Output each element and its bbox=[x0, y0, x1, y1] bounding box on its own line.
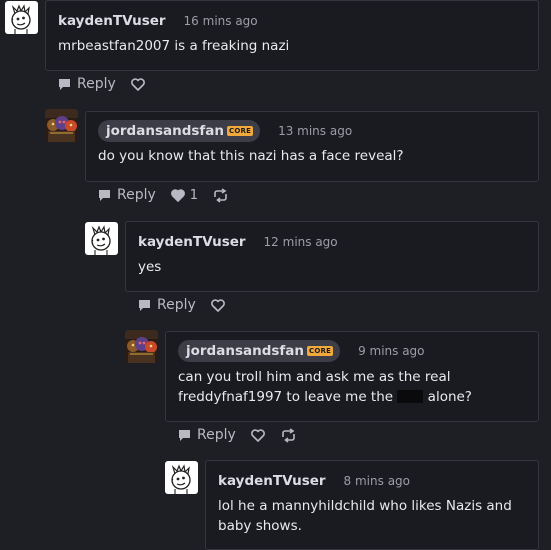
username[interactable]: kaydenTVuser bbox=[138, 234, 246, 250]
like-button[interactable] bbox=[250, 428, 266, 443]
username: jordansandsfan bbox=[106, 123, 224, 139]
comment-actions: Reply bbox=[57, 76, 160, 92]
comment-card: jordansandsfan CORE 13 mins ago do you k… bbox=[85, 111, 539, 182]
doodle-face-avatar-icon[interactable] bbox=[165, 461, 198, 494]
username-pill[interactable]: jordansandsfan CORE bbox=[178, 340, 341, 362]
username[interactable]: kaydenTVuser bbox=[58, 13, 166, 29]
reply-button[interactable]: Reply bbox=[177, 427, 236, 443]
comment-text: mrbeastfan2007 is a freaking nazi bbox=[58, 38, 290, 54]
remix-arrows-icon bbox=[214, 187, 227, 203]
comment-card: jordansandsfan CORE 9 mins ago can you t… bbox=[165, 331, 539, 422]
timestamp: 8 mins ago bbox=[343, 474, 411, 488]
like-button[interactable] bbox=[210, 298, 226, 313]
comment-text: yes bbox=[138, 259, 162, 275]
heart-outline-icon bbox=[250, 428, 265, 442]
reply-button[interactable]: Reply bbox=[97, 187, 156, 203]
remix-arrows-icon bbox=[281, 427, 295, 443]
timestamp: 16 mins ago bbox=[183, 14, 258, 28]
reply-label: Reply bbox=[157, 297, 196, 313]
comment-text: can you troll him and ask me as the real… bbox=[178, 367, 526, 407]
timestamp: 12 mins ago bbox=[263, 235, 338, 249]
reply-label: Reply bbox=[77, 76, 116, 92]
remix-button[interactable] bbox=[212, 187, 229, 203]
comment-text: do you know that this nazi has a face re… bbox=[98, 148, 404, 164]
animatronics-avatar-icon[interactable] bbox=[125, 330, 158, 363]
like-button[interactable] bbox=[130, 77, 146, 92]
username-pill[interactable]: jordansandsfan CORE bbox=[98, 120, 261, 142]
remix-button[interactable] bbox=[280, 427, 297, 443]
timestamp: 13 mins ago bbox=[278, 124, 353, 138]
reply-bubble-icon bbox=[99, 189, 110, 201]
doodle-face-avatar-icon[interactable] bbox=[85, 222, 118, 255]
redaction-block bbox=[397, 390, 424, 403]
comment-text: lol he a mannyhildchild who likes Nazis … bbox=[218, 498, 512, 534]
comment-actions: Reply bbox=[177, 427, 311, 443]
comment-actions: Reply 1 bbox=[97, 187, 243, 203]
comment-card: kaydenTVuser 16 mins ago mrbeastfan2007 … bbox=[45, 0, 539, 71]
reply-button[interactable]: Reply bbox=[137, 297, 196, 313]
reply-bubble-icon bbox=[179, 429, 190, 441]
animatronics-avatar-icon[interactable] bbox=[45, 109, 78, 142]
reply-label: Reply bbox=[197, 427, 236, 443]
reply-bubble-icon bbox=[59, 78, 70, 90]
username[interactable]: kaydenTVuser bbox=[218, 473, 326, 489]
comment-card: kaydenTVuser 8 mins ago lol he a mannyhi… bbox=[205, 460, 539, 550]
timestamp: 9 mins ago bbox=[358, 344, 425, 358]
reply-label: Reply bbox=[117, 187, 156, 203]
reply-bubble-icon bbox=[139, 299, 150, 311]
reply-button[interactable]: Reply bbox=[57, 76, 116, 92]
comment-actions: Reply bbox=[137, 297, 240, 313]
like-button[interactable]: 1 bbox=[170, 188, 198, 203]
comment-card: kaydenTVuser 12 mins ago yes bbox=[125, 221, 539, 292]
doodle-face-avatar-icon[interactable] bbox=[5, 1, 38, 34]
heart-filled-icon bbox=[170, 188, 185, 202]
username: jordansandsfan bbox=[186, 343, 304, 359]
heart-outline-icon bbox=[210, 298, 225, 312]
comment-text-end: alone? bbox=[423, 389, 472, 405]
heart-outline-icon bbox=[130, 77, 145, 91]
like-count: 1 bbox=[189, 187, 199, 203]
core-badge: CORE bbox=[307, 346, 334, 356]
core-badge: CORE bbox=[227, 126, 254, 136]
